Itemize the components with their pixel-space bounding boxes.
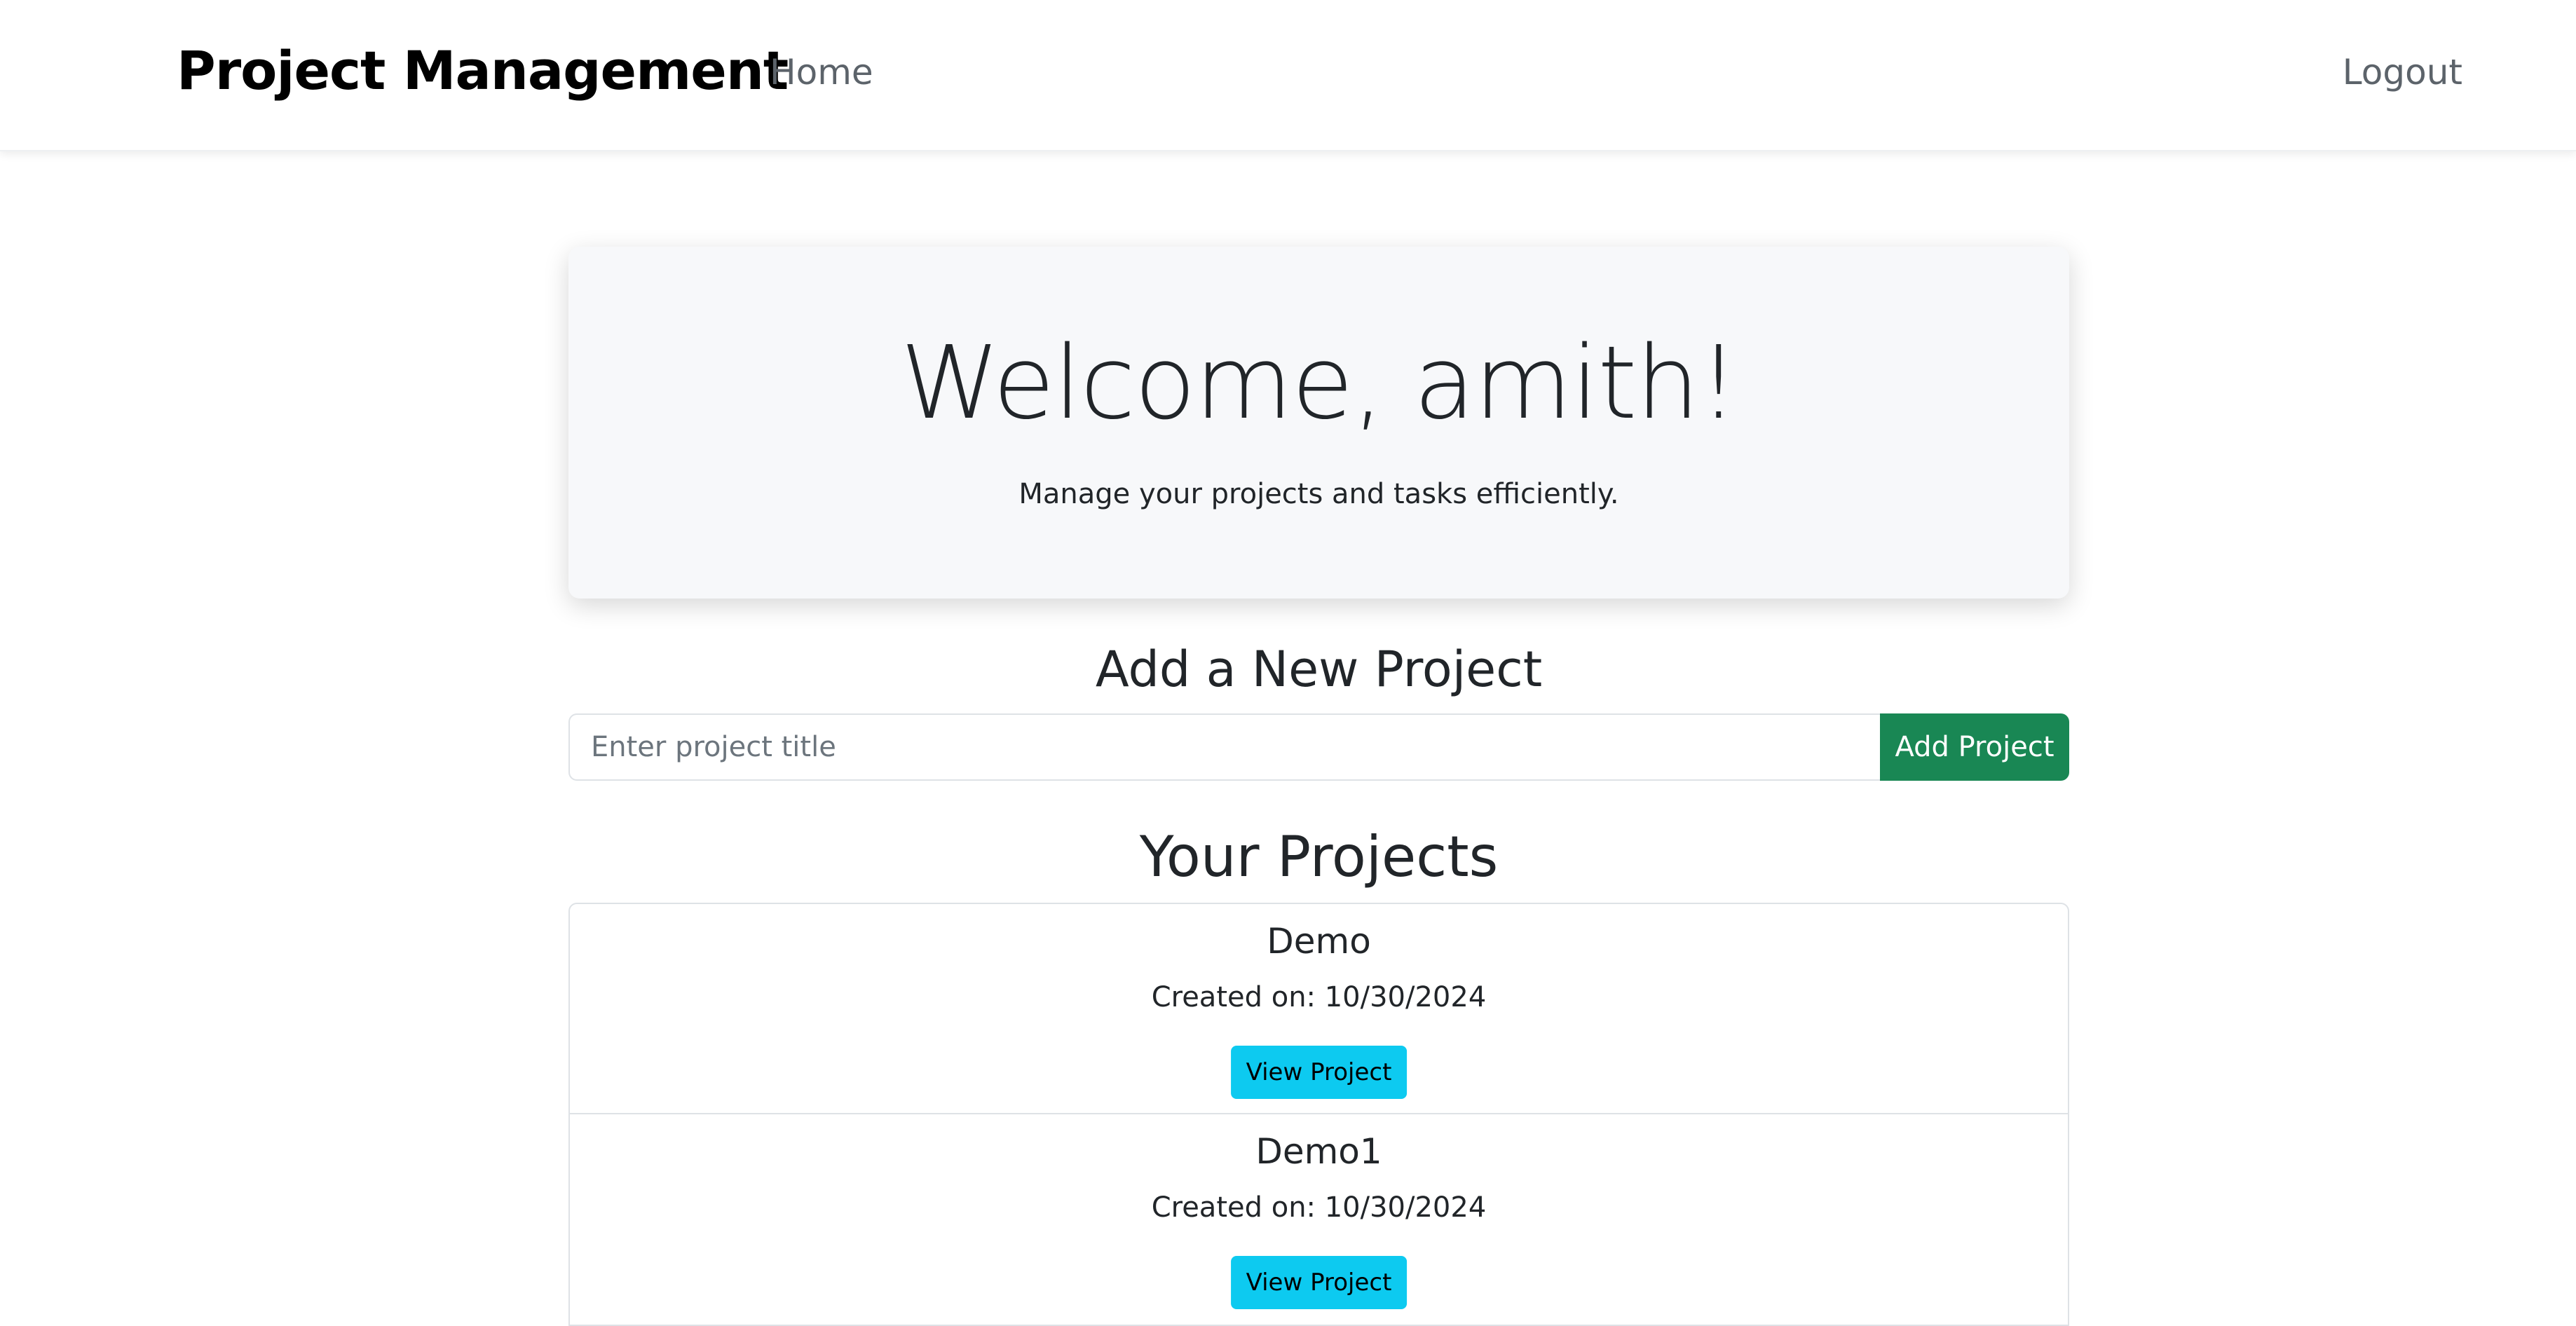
- your-projects-heading: Your Projects: [1139, 824, 1499, 889]
- view-project-button[interactable]: View Project: [1230, 1256, 1408, 1309]
- nav-link-logout[interactable]: Logout: [2343, 52, 2462, 93]
- brand-title[interactable]: Project Management: [177, 39, 789, 102]
- project-list-item: Demo1 Created on: 10/30/2024 View Projec…: [570, 1114, 2068, 1325]
- welcome-hero: Welcome, amith! Manage your projects and…: [568, 247, 2069, 599]
- view-project-button[interactable]: View Project: [1230, 1046, 1408, 1099]
- project-created-date: Created on: 10/30/2024: [1151, 981, 1487, 1013]
- add-project-heading: Add a New Project: [1095, 641, 1543, 698]
- welcome-subtitle: Manage your projects and tasks efficient…: [1018, 478, 1619, 510]
- welcome-heading: Welcome, amith!: [900, 324, 1738, 442]
- project-title: Demo1: [1255, 1131, 1382, 1172]
- project-list: Demo Created on: 10/30/2024 View Project…: [568, 903, 2069, 1326]
- project-title-input[interactable]: [568, 713, 1880, 781]
- add-project-button[interactable]: Add Project: [1880, 713, 2069, 781]
- project-created-date: Created on: 10/30/2024: [1151, 1191, 1487, 1224]
- nav-link-home[interactable]: Home: [770, 52, 873, 93]
- top-navbar: Project Management Home Logout: [0, 0, 2576, 151]
- project-list-item: Demo Created on: 10/30/2024 View Project: [570, 904, 2068, 1114]
- project-title: Demo: [1267, 921, 1371, 962]
- add-project-form: Add Project: [568, 713, 2069, 781]
